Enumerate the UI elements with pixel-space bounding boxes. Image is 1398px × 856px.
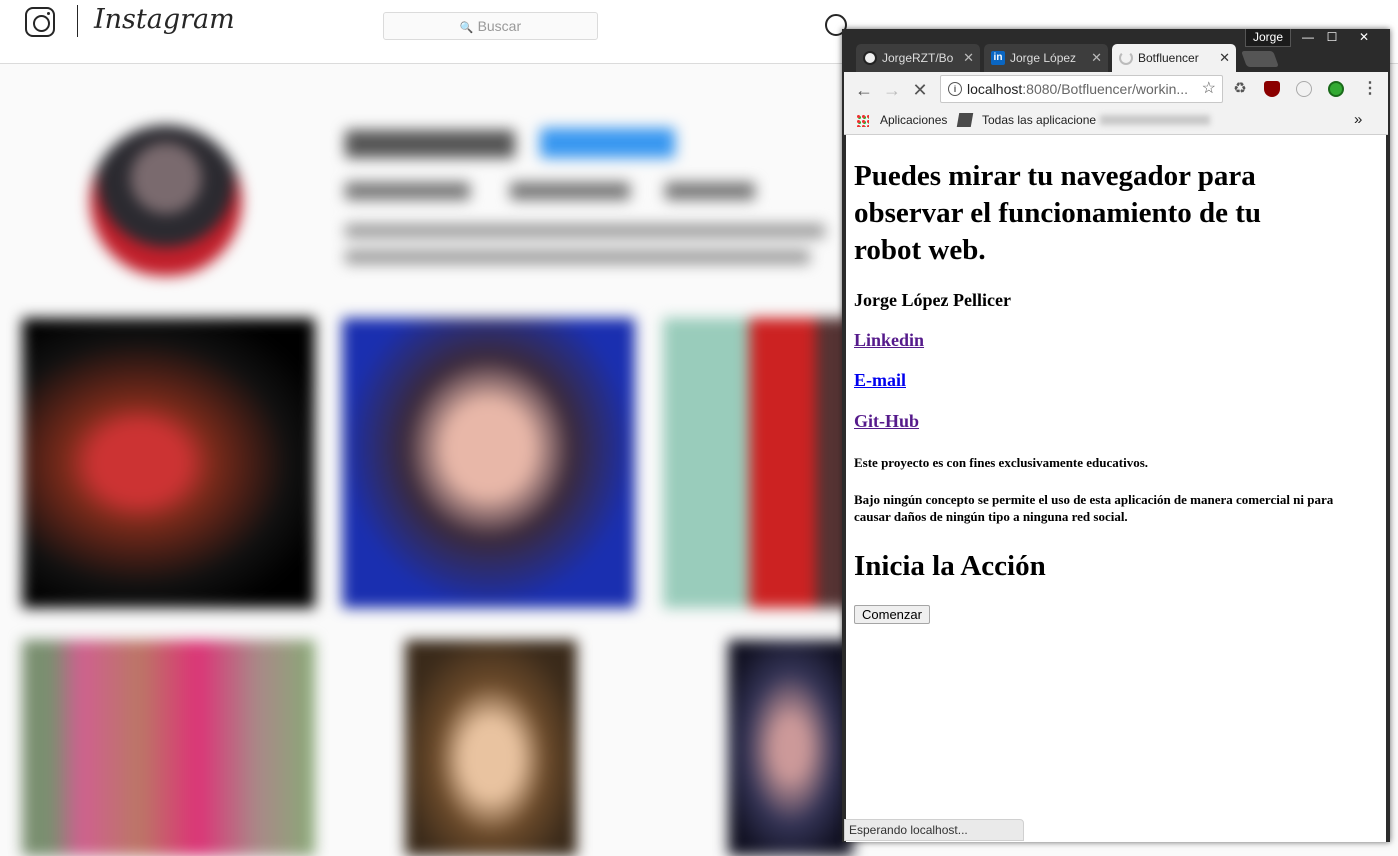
tab-botfluencer[interactable]: Botfluencer ✕ xyxy=(1112,44,1236,72)
bookmark-star-icon[interactable]: ☆ xyxy=(1202,76,1216,102)
instagram-camera-icon[interactable] xyxy=(25,7,55,37)
stat-placeholder xyxy=(510,182,630,200)
address-url: localhost:8080/Botfluencer/workin... xyxy=(967,76,1188,102)
search-icon: 🔍 xyxy=(459,22,474,34)
linkedin-link[interactable]: Linkedin xyxy=(854,330,924,351)
close-tab-icon[interactable]: ✕ xyxy=(1219,44,1230,72)
close-tab-icon[interactable]: ✕ xyxy=(1091,44,1102,72)
post-thumbnail xyxy=(22,640,315,856)
disclaimer-educational: Este proyecto es con fines exclusivament… xyxy=(854,455,1149,470)
tab-label: JorgeRZT/Bo xyxy=(882,51,954,65)
username-placeholder xyxy=(345,130,515,158)
forward-arrow-icon[interactable]: → xyxy=(880,78,904,102)
post-thumbnail xyxy=(728,640,853,856)
close-tab-icon[interactable]: ✕ xyxy=(963,44,974,72)
loading-icon xyxy=(1119,51,1133,65)
apps-grid-icon xyxy=(856,114,869,127)
follow-button-placeholder xyxy=(540,128,675,158)
post-thumbnail xyxy=(663,318,853,608)
page-content: Puedes mirar tu navegador para observar … xyxy=(846,135,1386,842)
bookmarks-bar: Aplicaciones Todas las aplicacione » xyxy=(844,108,1388,135)
browser-toolbar: ← → ✕ i localhost:8080/Botfluencer/worki… xyxy=(844,72,1388,108)
post-thumbnail xyxy=(22,318,315,608)
header-divider xyxy=(77,5,78,37)
circle-extension-icon[interactable] xyxy=(1296,81,1312,97)
disclaimer-commercial: Bajo ningún concepto se permite el uso d… xyxy=(854,492,1334,524)
start-button[interactable]: Comenzar xyxy=(854,605,930,624)
stop-icon[interactable]: ✕ xyxy=(908,78,932,102)
new-tab-button[interactable] xyxy=(1241,51,1279,67)
bookmarks-overflow-icon[interactable]: » xyxy=(1354,108,1362,132)
url-host: localhost xyxy=(967,81,1023,97)
search-placeholder: Buscar xyxy=(477,18,522,34)
bookmark-apps[interactable]: Aplicaciones xyxy=(880,108,947,132)
tab-github[interactable]: JorgeRZT/Bo ✕ xyxy=(856,44,980,72)
stat-placeholder xyxy=(665,182,755,200)
info-icon[interactable]: i xyxy=(948,82,962,96)
play-store-icon xyxy=(956,113,974,127)
stat-placeholder xyxy=(345,182,470,200)
bookmark-all-apps[interactable]: Todas las aplicacione xyxy=(982,108,1096,132)
bio-placeholder xyxy=(345,224,825,238)
tab-label: Jorge López xyxy=(1010,51,1077,65)
tab-strip: Jorge — ☐ ✕ JorgeRZT/Bo ✕ in Jorge López… xyxy=(842,29,1390,72)
bio-placeholder xyxy=(345,250,810,264)
github-icon xyxy=(863,51,877,65)
tab-label: Botfluencer xyxy=(1138,51,1199,65)
github-link[interactable]: Git-Hub xyxy=(854,411,919,432)
profile-avatar xyxy=(90,125,242,277)
back-arrow-icon[interactable]: ← xyxy=(852,78,876,102)
maximize-button[interactable]: ☐ xyxy=(1318,29,1346,46)
status-bubble: Esperando localhost... xyxy=(844,819,1024,841)
menu-kebab-icon[interactable]: ⋮ xyxy=(1362,81,1378,97)
close-window-button[interactable]: ✕ xyxy=(1350,29,1378,46)
tab-linkedin[interactable]: in Jorge López ✕ xyxy=(984,44,1108,72)
address-bar[interactable]: i localhost:8080/Botfluencer/workin... ☆ xyxy=(940,75,1223,103)
browser-window: Jorge — ☐ ✕ JorgeRZT/Bo ✕ in Jorge López… xyxy=(842,29,1390,842)
recycle-extension-icon[interactable]: ♻ xyxy=(1232,81,1248,97)
linkedin-icon: in xyxy=(991,51,1005,65)
email-link[interactable]: E-mail xyxy=(854,370,906,391)
action-heading: Inicia la Acción xyxy=(854,550,1046,582)
profile-button[interactable]: Jorge xyxy=(1245,29,1291,47)
instagram-search-input[interactable]: 🔍 Buscar xyxy=(383,12,598,40)
author-name: Jorge López Pellicer xyxy=(854,290,1011,310)
instagram-wordmark[interactable]: Instagram xyxy=(94,4,235,35)
post-thumbnail xyxy=(405,640,577,856)
green-extension-icon[interactable] xyxy=(1328,81,1344,97)
url-path: :8080/Botfluencer/workin... xyxy=(1022,81,1189,97)
blurred-bookmark[interactable] xyxy=(1100,115,1210,125)
page-heading: Puedes mirar tu navegador para observar … xyxy=(854,160,1262,266)
ublock-extension-icon[interactable] xyxy=(1264,81,1280,97)
post-thumbnail xyxy=(342,318,635,608)
